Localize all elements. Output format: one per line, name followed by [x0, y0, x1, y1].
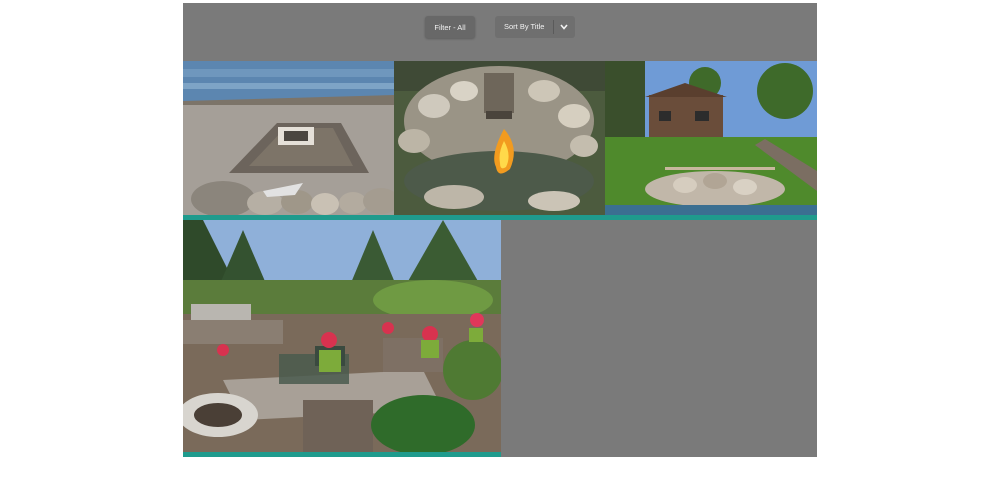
- gallery-item-paver-patio[interactable]: [183, 220, 501, 457]
- lakeside-patio-image: [183, 61, 394, 215]
- gallery-item-boulder-wall[interactable]: [605, 61, 817, 220]
- gallery-item-fire-waterfall[interactable]: [394, 61, 605, 220]
- sort-label: Sort By Title: [504, 22, 545, 31]
- sort-dropdown[interactable]: Sort By Title: [495, 16, 575, 38]
- chevron-down-icon[interactable]: [558, 20, 570, 34]
- paver-patio-image: [183, 220, 501, 452]
- fire-waterfall-image: [394, 61, 605, 215]
- filter-button[interactable]: Filter - All: [425, 16, 475, 38]
- boulder-wall-image: [605, 61, 817, 215]
- gallery-item-lakeside-patio[interactable]: [183, 61, 394, 220]
- sort-divider: [553, 20, 554, 34]
- gallery-panel: Filter - All Sort By Title: [183, 3, 817, 457]
- gallery-toolbar: Filter - All Sort By Title: [183, 3, 817, 60]
